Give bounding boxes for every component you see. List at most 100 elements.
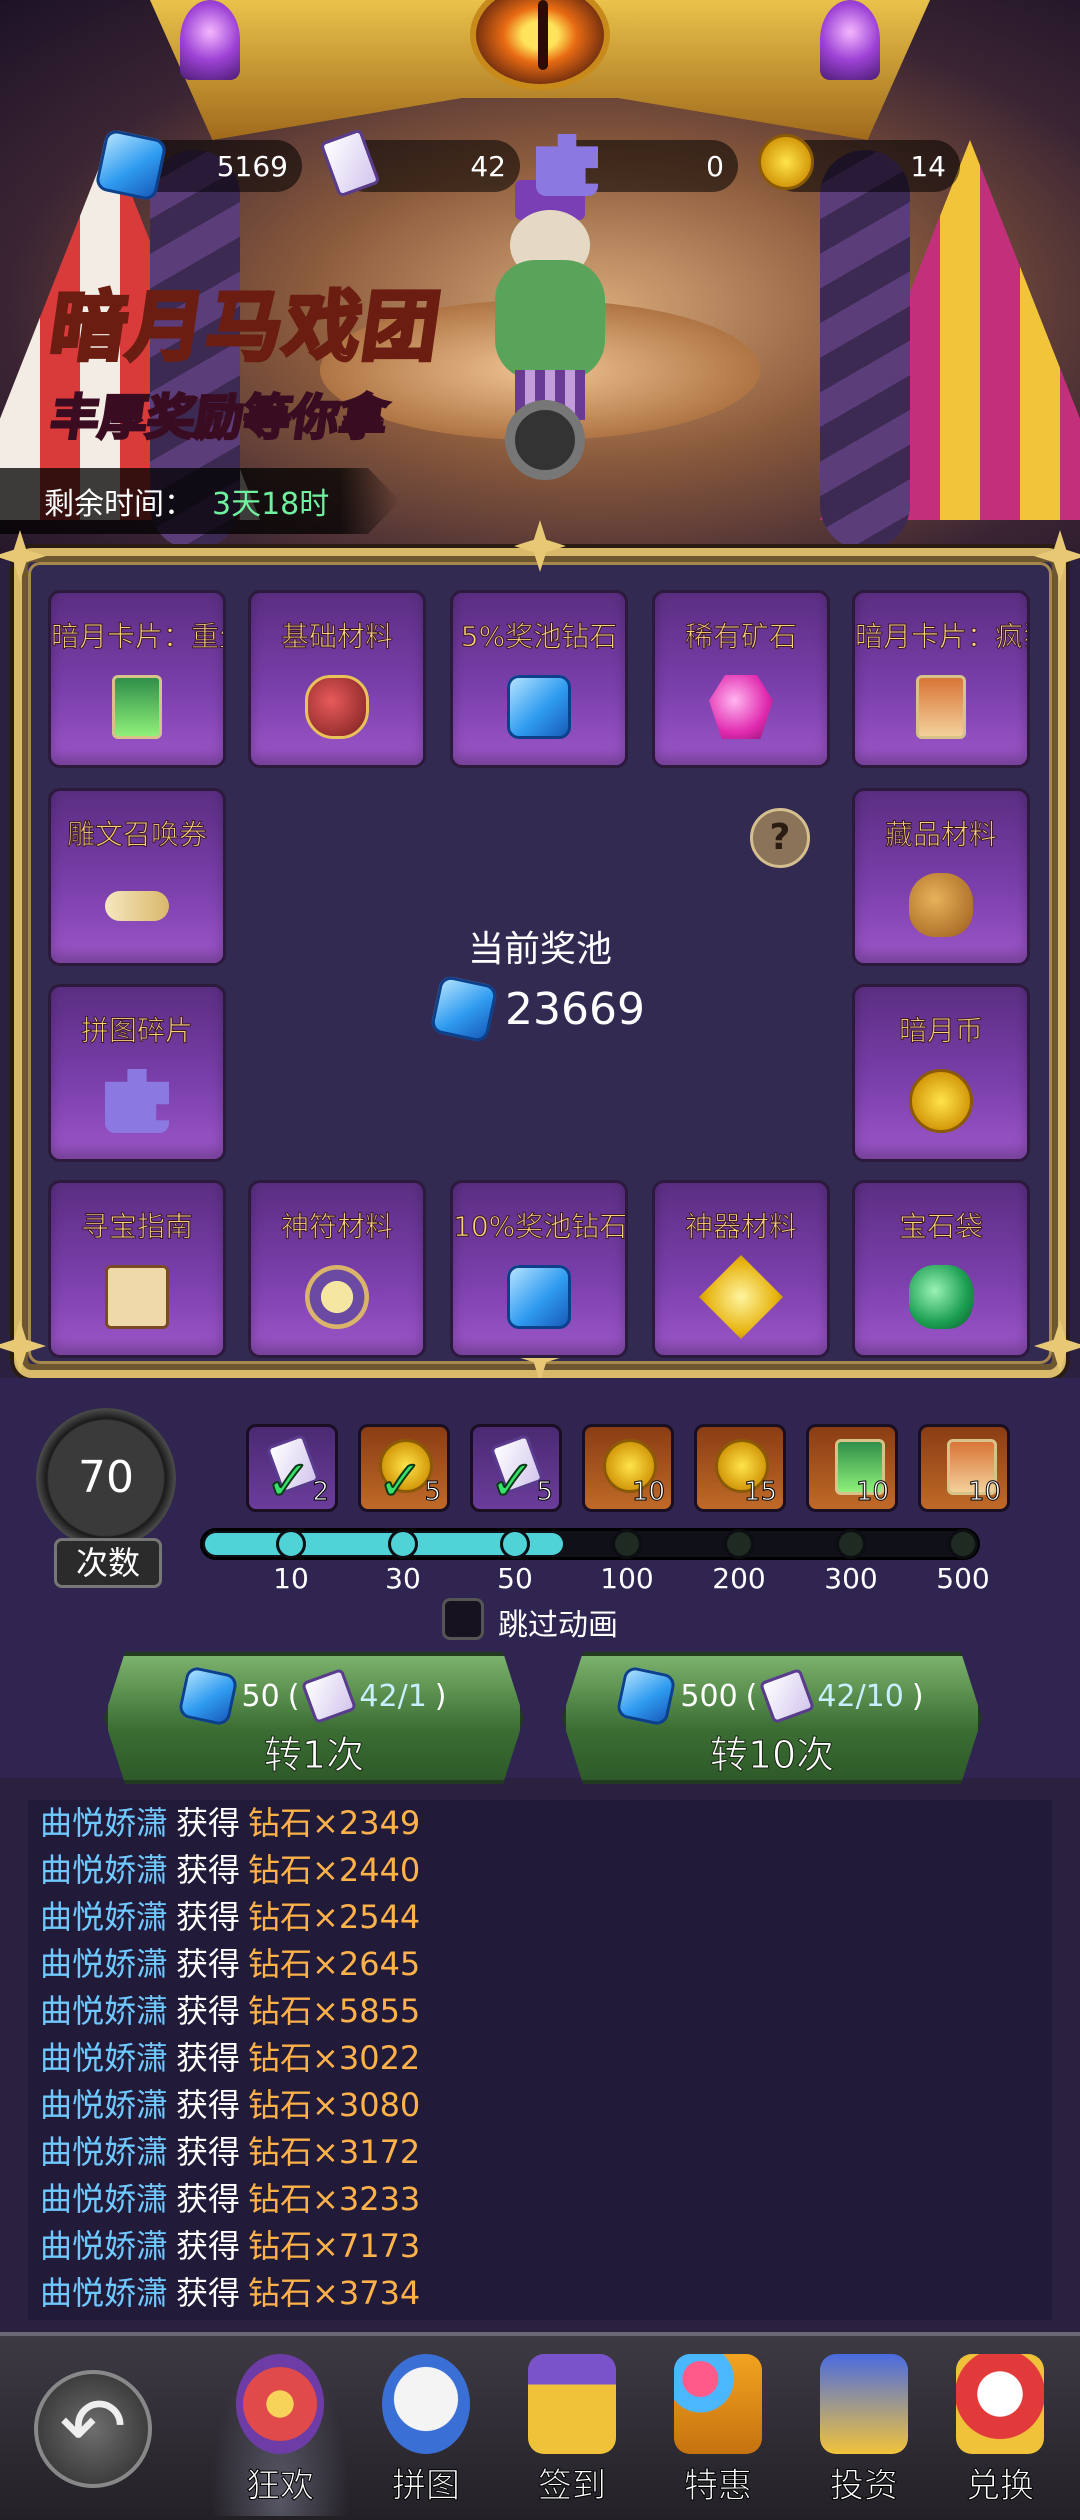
material-icon	[305, 675, 369, 739]
prize-tile: 基础材料	[248, 590, 426, 768]
milestone-reward[interactable]: ✓ 5	[470, 1424, 562, 1515]
diamond-icon	[615, 1665, 678, 1727]
log-entry: 曲悦娇潇 获得 钻石×2349	[28, 1800, 1052, 1847]
spin-ticket-owned: 42/1	[359, 1678, 427, 1714]
rune-icon	[305, 1265, 369, 1329]
card-icon	[112, 675, 162, 739]
nav-item-invest[interactable]: 投资	[794, 2346, 934, 2516]
bottom-nav: 狂欢 拼图 签到 特惠 投资 兑换	[0, 2332, 1080, 2520]
spin-1-button[interactable]: 50 ( 42/1 ) 转1次	[104, 1652, 524, 1784]
nav-item-deals[interactable]: 特惠	[648, 2346, 788, 2516]
diamond-icon	[507, 1265, 571, 1329]
spin-count-dial: 70	[36, 1408, 176, 1548]
pool-amount: 23669	[0, 974, 1080, 1044]
log-action: 获得	[176, 2133, 241, 2171]
prize-tile: 暗月卡片：重生	[48, 590, 226, 768]
currency-coin[interactable]: 14	[758, 134, 960, 192]
prize-label: 寻宝指南	[80, 1210, 193, 1244]
milestone-threshold: 300	[824, 1562, 878, 1595]
currency-diamond[interactable]: 5169	[94, 128, 302, 202]
prize-label: 5%奖池钻石	[460, 620, 618, 654]
skip-animation-checkbox[interactable]	[442, 1598, 484, 1640]
nav-item-carnival[interactable]: 狂欢	[210, 2346, 350, 2516]
nav-item-checkin[interactable]: 签到	[502, 2346, 642, 2516]
log-action: 获得	[176, 2227, 241, 2265]
log-user: 曲悦娇潇	[40, 2180, 169, 2218]
jester-icon	[820, 2354, 908, 2454]
checkmark-icon: ✓	[264, 1448, 313, 1515]
prize-label: 基础材料	[280, 620, 393, 654]
calendar-icon	[528, 2354, 616, 2454]
prize-label: 暗月卡片：重生	[51, 620, 223, 654]
milestone-threshold: 50	[497, 1562, 533, 1595]
milestone-threshold: 100	[600, 1562, 654, 1595]
log-reward: 钻石×2544	[248, 1898, 421, 1936]
gem-bag-icon	[909, 1265, 973, 1329]
currency-value: 14	[910, 149, 946, 183]
diamond-icon	[507, 675, 571, 739]
milestone-reward[interactable]: 10	[806, 1424, 898, 1512]
prize-label: 雕文召唤券	[66, 818, 207, 852]
prize-tile: 暗月卡片：疯狂	[852, 590, 1030, 768]
scroll-icon	[105, 891, 169, 921]
log-entry: 曲悦娇潇 获得 钻石×3172	[28, 2129, 1052, 2176]
purple-torch-icon	[180, 0, 240, 80]
log-user: 曲悦娇潇	[40, 1898, 169, 1936]
log-action: 获得	[176, 2039, 241, 2077]
currency-puzzle[interactable]: 0	[536, 134, 738, 196]
spin-count-value: 70	[78, 1452, 134, 1503]
log-reward: 钻石×2645	[248, 1945, 421, 1983]
relic-icon	[699, 1255, 783, 1339]
nav-label: 兑换	[966, 2466, 1035, 2507]
log-user: 曲悦娇潇	[40, 1804, 169, 1842]
event-banner: 暗月马戏团 丰厚奖励等你拿 剩余时间： 3天18时	[0, 0, 1080, 560]
help-button[interactable]: ?	[750, 808, 810, 868]
prize-tile: 5%奖池钻石	[450, 590, 628, 768]
spin-button-label: 转10次	[709, 1733, 835, 1778]
log-entry: 曲悦娇潇 获得 钻石×3080	[28, 2082, 1052, 2129]
remaining-time: 剩余时间： 3天18时	[0, 468, 400, 534]
prize-label: 宝石袋	[898, 1210, 983, 1244]
twisted-pillar-right	[820, 150, 910, 550]
milestone-reward-count: 10	[631, 1477, 665, 1508]
log-reward: 钻石×3080	[248, 2086, 421, 2124]
ferris-wheel-icon	[236, 2354, 324, 2454]
gift-balloon-icon	[674, 2354, 762, 2454]
spin-button-label: 转1次	[263, 1733, 365, 1778]
log-action: 获得	[176, 1851, 241, 1889]
milestone-reward-count: 5	[536, 1477, 554, 1508]
remaining-time-label: 剩余时间：	[44, 487, 194, 522]
milestone-reward[interactable]: 15	[694, 1424, 786, 1512]
log-user: 曲悦娇潇	[40, 2274, 169, 2312]
milestone-reward[interactable]: ✓ 2	[246, 1424, 338, 1515]
diamond-icon	[429, 974, 499, 1044]
prize-label: 暗月卡片：疯狂	[855, 620, 1027, 654]
log-entry: 曲悦娇潇 获得 钻石×2544	[28, 1894, 1052, 1941]
milestone-reward[interactable]: 10	[918, 1424, 1010, 1512]
log-action: 获得	[176, 1992, 241, 2030]
log-user: 曲悦娇潇	[40, 2086, 169, 2124]
milestone-reward[interactable]: ✓ 5	[358, 1424, 450, 1515]
log-reward: 钻石×2440	[248, 1851, 421, 1889]
ticket-icon	[759, 1667, 816, 1725]
prize-tile: 10%奖池钻石	[450, 1180, 628, 1358]
nav-item-puzzle[interactable]: 拼图	[356, 2346, 496, 2516]
milestone-reward[interactable]: 10	[582, 1424, 674, 1512]
nav-item-exchange[interactable]: 兑换	[930, 2346, 1070, 2516]
spin-count-label: 次数	[54, 1538, 162, 1588]
log-reward: 钻石×3022	[248, 2039, 421, 2077]
back-arrow-icon[interactable]	[34, 2370, 152, 2488]
prize-tile: 神符材料	[248, 1180, 426, 1358]
remaining-time-value: 3天18时	[212, 487, 330, 522]
currency-ticket[interactable]: 42	[319, 128, 520, 198]
log-reward: 钻石×3734	[248, 2274, 421, 2312]
prize-tile: 寻宝指南	[48, 1180, 226, 1358]
prize-label: 神符材料	[280, 1210, 393, 1244]
nav-label: 特惠	[684, 2466, 753, 2507]
diamond-icon	[94, 128, 168, 202]
spin-10-button[interactable]: 500 ( 42/10 ) 转10次	[562, 1652, 982, 1784]
milestone-reward-count: 15	[743, 1477, 777, 1508]
reward-log[interactable]: 曲悦娇潇 获得 钻石×2349 曲悦娇潇 获得 钻石×2440 曲悦娇潇 获得 钻石×254…	[28, 1800, 1052, 2320]
log-action: 获得	[176, 1804, 241, 1842]
prize-label: 稀有矿石	[684, 620, 797, 654]
